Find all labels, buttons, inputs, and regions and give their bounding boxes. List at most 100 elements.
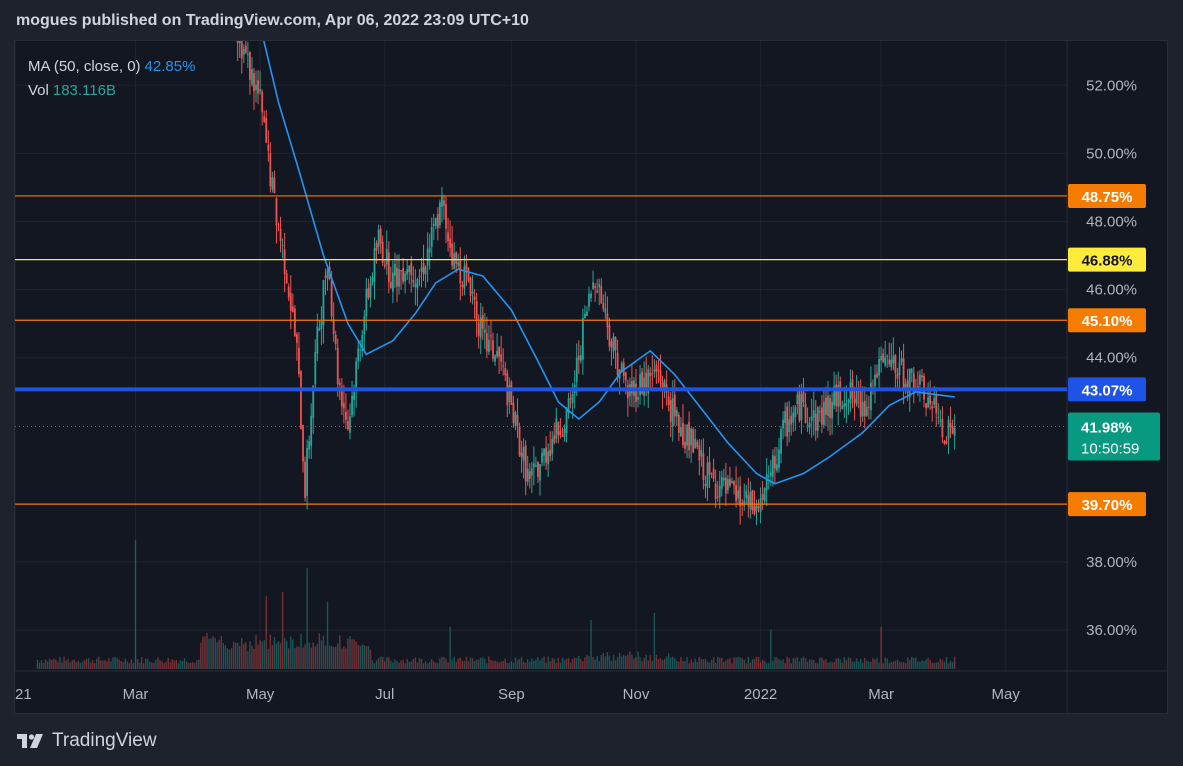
candle-body (457, 262, 460, 267)
volume-bar (604, 656, 607, 669)
volume-bar (541, 658, 543, 669)
volume-bar (337, 643, 339, 669)
volume-bar (163, 662, 165, 669)
volume-bar (98, 656, 100, 669)
volume-bar (567, 658, 570, 669)
candle-body (639, 374, 641, 396)
tradingview-footer[interactable]: TradingView (16, 730, 157, 752)
candle-body (590, 293, 592, 299)
volume-bar (375, 660, 378, 669)
volume-bar (729, 658, 731, 669)
candle-body (377, 229, 380, 247)
volume-bar (51, 659, 53, 669)
volume-bar (723, 661, 725, 669)
candle-body (745, 490, 748, 499)
y-tick-label: 38.00% (1086, 554, 1137, 571)
candle-body (424, 266, 427, 275)
volume-bar (829, 661, 831, 669)
chart-panel[interactable]: 52.00% 50.00% 48.00% 46.00% 44.00% 38.00% 36.0… (14, 40, 1168, 714)
volume-bar (886, 658, 888, 669)
candle-body (571, 394, 574, 404)
candle-body (937, 416, 940, 418)
candle-body (631, 381, 633, 394)
candle-body (516, 415, 519, 426)
volume-bar (365, 646, 368, 669)
vol-legend-row[interactable]: Vol 183.116B (28, 79, 195, 103)
volume-bar (700, 659, 703, 669)
volume-bar (855, 658, 858, 669)
candle-body (375, 243, 378, 251)
candle-body (383, 264, 386, 267)
volume-bar (151, 662, 153, 669)
candle-body (677, 414, 680, 433)
volume-bar (719, 657, 721, 669)
volume-bar (937, 661, 940, 669)
volume-bar (104, 660, 106, 669)
volume-bar (420, 658, 423, 669)
volume-bar (257, 644, 259, 669)
candle-body (635, 383, 637, 402)
candle-body (392, 272, 394, 292)
candle-body (884, 357, 887, 366)
volume-bar (496, 661, 498, 669)
volume-bar (645, 654, 647, 669)
volume-bar (171, 659, 173, 669)
volume-bar (512, 662, 515, 669)
candle-body (534, 465, 537, 467)
volume-bar (93, 663, 96, 669)
volume-bar (424, 661, 427, 669)
volume-bar (447, 662, 449, 669)
candle-body (655, 364, 658, 373)
volume-bar (900, 662, 903, 669)
volume-bar (821, 657, 823, 669)
candle-body (798, 390, 801, 421)
candle-body (929, 395, 932, 405)
candle-body (251, 69, 253, 85)
candle-body (253, 72, 255, 92)
volume-bar (872, 658, 874, 669)
candle-body (322, 280, 325, 326)
candle-body (353, 392, 355, 400)
candle-body (512, 402, 515, 423)
candle-body (438, 202, 441, 226)
volume-bar (931, 662, 933, 669)
volume-bar (316, 644, 319, 669)
volume-bar (259, 640, 261, 669)
volume-bar (373, 663, 376, 669)
candle-body (604, 308, 607, 313)
volume-bar (794, 658, 797, 669)
volume-bar (153, 662, 155, 669)
candle-body (657, 369, 660, 371)
volume-bar (751, 659, 754, 669)
volume-bar (300, 633, 302, 669)
volume-bar (218, 639, 220, 669)
candle-body (581, 318, 584, 360)
candle-body (731, 481, 733, 484)
volume-bar (431, 659, 433, 669)
volume-bar (563, 660, 566, 669)
volume-bar (800, 658, 803, 669)
volume-bar (616, 656, 619, 669)
volume-bar (357, 644, 359, 669)
vol-legend-value: 183.116B (52, 82, 116, 99)
volume-bar (831, 662, 833, 669)
candle-body (514, 412, 517, 427)
candlestick-chart[interactable]: 52.00% 50.00% 48.00% 46.00% 44.00% 38.00% 36.0… (15, 41, 1167, 713)
volume-bar (100, 660, 102, 669)
volume-bar (537, 657, 539, 669)
ma-legend-row[interactable]: MA (50, close, 0) 42.85% (28, 55, 195, 79)
candle-body (326, 270, 329, 279)
candle-body (477, 322, 480, 336)
volume-bar (753, 658, 756, 669)
volume-bar (441, 656, 443, 669)
x-tick-label: Jul (375, 686, 394, 703)
candle-body (649, 372, 652, 377)
candle-body (690, 428, 693, 446)
volume-bar (594, 659, 596, 669)
candle-body (953, 427, 956, 436)
candle-body (408, 265, 411, 272)
volume-bar (349, 636, 351, 669)
volume-bar (81, 661, 84, 669)
volume-bar (678, 661, 680, 669)
ma-line[interactable] (262, 41, 955, 485)
